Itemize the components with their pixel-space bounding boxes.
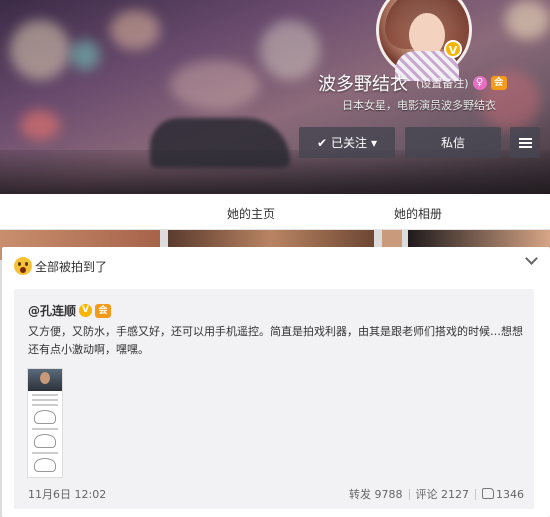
- comment-button[interactable]: 评论 2127: [416, 486, 470, 502]
- menu-icon: [518, 137, 532, 148]
- weibo-post-card: 全部被拍到了 @孔连顺 V 会 又方便，又防水，手感又好，还可以用手机遥控。简直…: [2, 247, 550, 517]
- reposted-post: @孔连顺 V 会 又方便，又防水，手感又好，还可以用手机遥控。简直是拍戏利器，由…: [14, 289, 534, 509]
- tab-home[interactable]: 她的主页: [227, 205, 275, 222]
- message-label: 私信: [440, 136, 465, 150]
- chevron-down-icon[interactable]: [525, 252, 538, 265]
- set-remark-link[interactable]: (设置备注): [416, 75, 469, 91]
- profile-tabbar: 她的主页 她的相册: [0, 194, 550, 230]
- message-button[interactable]: 私信: [405, 127, 501, 158]
- quote-image-thumbnail[interactable]: [27, 368, 63, 478]
- quote-text: 又方便，又防水，手感又好，还可以用手机遥控。简直是拍戏利器，由其是跟老师们搭戏的…: [28, 325, 523, 356]
- member-level-icon[interactable]: 会: [490, 76, 507, 90]
- checkmark-icon: ✔: [316, 135, 327, 150]
- female-icon: ♀: [472, 76, 487, 90]
- divider: [475, 488, 476, 500]
- like-button[interactable]: 1346: [482, 487, 524, 501]
- member-level-icon[interactable]: 会: [95, 303, 112, 318]
- post-text: 全部被拍到了: [35, 259, 108, 274]
- tab-album[interactable]: 她的相册: [394, 205, 442, 222]
- follow-label: 已关注: [331, 136, 368, 150]
- verified-icon: V: [444, 40, 462, 58]
- dropdown-caret-icon: ▾: [371, 135, 378, 150]
- thumbs-up-icon: [482, 487, 494, 499]
- profile-name: 波多野结衣: [318, 74, 408, 95]
- profile-avatar[interactable]: [376, 0, 472, 81]
- post-header: 全部被拍到了: [14, 257, 107, 275]
- quote-author-link[interactable]: @孔连顺: [28, 302, 76, 319]
- more-menu-button[interactable]: [510, 127, 540, 158]
- quote-author-row: @孔连顺 V 会: [28, 302, 112, 319]
- post-actions: 转发 9788 评论 2127 1346: [349, 486, 524, 502]
- profile-name-row: 波多野结衣 (设置备注) ♀ 会: [318, 70, 507, 96]
- follow-button[interactable]: ✔ 已关注 ▾: [299, 127, 395, 158]
- like-count: 1346: [496, 487, 524, 501]
- emoji-icon: [14, 257, 32, 275]
- repost-button[interactable]: 转发 9788: [349, 486, 403, 502]
- divider: [408, 488, 410, 500]
- verified-icon: V: [79, 304, 93, 317]
- profile-cover: V 波多野结衣 (设置备注) ♀ 会 日本女星，电影演员波多野结衣 ✔ 已关注 …: [0, 0, 550, 194]
- profile-description: 日本女星，电影演员波多野结衣: [342, 99, 496, 112]
- post-date[interactable]: 11月6日 12:02: [28, 486, 106, 502]
